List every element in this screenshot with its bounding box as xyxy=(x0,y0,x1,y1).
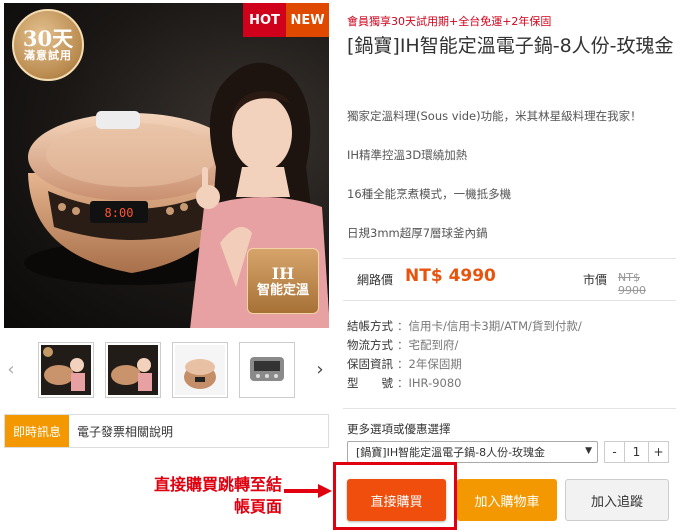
new-label: NEW xyxy=(286,3,329,37)
spec-row-warranty: 保固資訊 ：2年保固期 xyxy=(347,355,582,374)
spec-value: ：信用卡/信用卡3期/ATM/貨到付款/ xyxy=(397,319,582,333)
thumbnail-item[interactable] xyxy=(172,342,228,398)
price-row: 網路價 NT$ 4990 市價 NT$ 9900 xyxy=(347,266,669,297)
market-price-label: 市價 xyxy=(583,273,608,287)
ih-badge-line2: 智能定溫 xyxy=(256,282,309,298)
feature-item: IH精準控溫3D環繞加熱 xyxy=(347,148,468,162)
thumbnail-prev-icon[interactable]: ‹ xyxy=(4,358,18,380)
add-to-cart-button[interactable]: 加入購物車 xyxy=(457,479,557,521)
divider xyxy=(343,408,676,409)
spec-value: ：2年保固期 xyxy=(397,357,462,371)
ih-badge-line1: IH xyxy=(271,263,295,283)
instant-news-tag: 即時訊息 xyxy=(5,415,69,447)
thumbnail-image xyxy=(175,345,225,395)
spec-key: 保固資訊 xyxy=(347,357,393,371)
instant-news-bar: 即時訊息 電子發票相關說明 xyxy=(4,414,329,448)
spec-row-payment: 結帳方式 ：信用卡/信用卡3期/ATM/貨到付款/ xyxy=(347,317,582,336)
buy-now-button[interactable]: 直接購買 xyxy=(347,479,446,521)
spec-key: 物流方式 xyxy=(347,338,393,352)
qty-value[interactable]: 1 xyxy=(625,442,648,462)
thumbnail-item[interactable] xyxy=(38,342,94,398)
thumbnail-image xyxy=(41,345,91,395)
thumbnail-image xyxy=(242,345,292,395)
feature-item: 16種全能烹煮模式，一機抵多機 xyxy=(347,187,512,201)
qty-minus-button[interactable]: - xyxy=(605,442,625,462)
price-value: NT$ 4990 xyxy=(405,266,496,286)
divider xyxy=(343,258,676,259)
product-main-image: 30天 滿意試用 HOT NEW 8:00 IH 智能定溫 xyxy=(4,3,329,328)
annotation-arrow-icon xyxy=(284,484,332,498)
feature-list: 獨家定溫料理(Sous vide)功能，米其林星級料理在我家！ IH精準控溫3D… xyxy=(347,108,677,264)
option-select[interactable]: [鍋寶]IH智能定溫電子鍋-8人份-玫瑰金 ▼ xyxy=(347,441,598,463)
chevron-down-icon: ▼ xyxy=(585,446,592,456)
annotation-line: 帳頁面 xyxy=(233,497,282,516)
product-title: [鍋寶]IH智能定溫電子鍋-8人份-玫瑰金 xyxy=(347,35,674,57)
add-to-wishlist-button[interactable]: 加入追蹤 xyxy=(565,479,669,521)
price-label: 網路價 xyxy=(357,273,394,287)
trial-badge-text: 滿意試用 xyxy=(24,49,72,63)
market-price-value: NT$ 9900 xyxy=(618,271,646,297)
feature-item: 獨家定溫料理(Sous vide)功能，米其林星級料理在我家！ xyxy=(347,109,642,123)
hot-label: HOT xyxy=(243,3,286,37)
invoice-info-link[interactable]: 電子發票相關說明 xyxy=(77,423,173,440)
divider xyxy=(343,300,676,301)
option-select-value: [鍋寶]IH智能定溫電子鍋-8人份-玫瑰金 xyxy=(356,446,546,459)
promo-text: 會員獨享30天試用期+全台免運+2年保固 xyxy=(347,15,552,28)
quantity-stepper: - 1 + xyxy=(604,441,669,463)
thumbnail-item[interactable] xyxy=(239,342,295,398)
annotation-text: 直接購買跳轉至結 帳頁面 xyxy=(100,474,282,518)
svg-text:8:00: 8:00 xyxy=(105,206,134,220)
trial-badge-days: 30天 xyxy=(22,26,74,52)
thumbnail-item[interactable] xyxy=(105,342,161,398)
spec-row-model: 型 號 ：IHR-9080 xyxy=(347,374,582,393)
qty-plus-button[interactable]: + xyxy=(648,442,668,462)
more-options-label: 更多選項或優惠選擇 xyxy=(347,422,451,436)
thumbnail-strip: ‹ › xyxy=(4,338,329,400)
spec-value: ：宅配到府/ xyxy=(397,338,459,352)
spec-value: ：IHR-9080 xyxy=(397,376,462,390)
ih-badge: IH 智能定溫 xyxy=(247,248,319,314)
thumbnail-next-icon[interactable]: › xyxy=(313,358,327,380)
spec-list: 結帳方式 ：信用卡/信用卡3期/ATM/貨到付款/ 物流方式 ：宅配到府/ 保固… xyxy=(347,317,582,393)
spec-key: 型 號 xyxy=(347,376,393,390)
spec-row-shipping: 物流方式 ：宅配到府/ xyxy=(347,336,582,355)
thumbnail-image xyxy=(108,345,158,395)
annotation-line: 直接購買跳轉至結 xyxy=(153,475,282,494)
hot-new-ribbon: HOT NEW xyxy=(243,3,329,37)
spec-key: 結帳方式 xyxy=(347,319,393,333)
trial-badge: 30天 滿意試用 xyxy=(12,9,84,81)
